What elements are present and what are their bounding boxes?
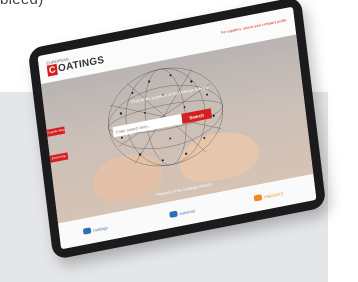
eurocoat-logo-icon: [169, 210, 178, 218]
partner-logo-coatings[interactable]: coatings: [82, 224, 108, 235]
partner-logo-vincentz[interactable]: VINCENTZ: [253, 190, 284, 202]
partner-logo-eurocoat[interactable]: eurocoat: [169, 207, 195, 218]
coatings-logo-icon: [82, 227, 92, 235]
vincentz-logo-icon: [253, 194, 263, 202]
supplier-map-tab[interactable]: Supplier Map: [46, 126, 66, 137]
logo-letter-box: C: [46, 63, 58, 77]
tablet-screen: EUROPEAN C OATINGS For suppliers, access…: [37, 6, 317, 250]
event-map-tab[interactable]: Event Map: [49, 152, 69, 163]
partner-name: eurocoat: [179, 207, 196, 216]
partner-name: VINCENTZ: [263, 190, 284, 200]
caption-text: bleed): [0, 0, 44, 8]
partner-name: coatings: [92, 224, 108, 233]
supplier-profile-link[interactable]: For suppliers, access your company profi…: [221, 18, 287, 35]
